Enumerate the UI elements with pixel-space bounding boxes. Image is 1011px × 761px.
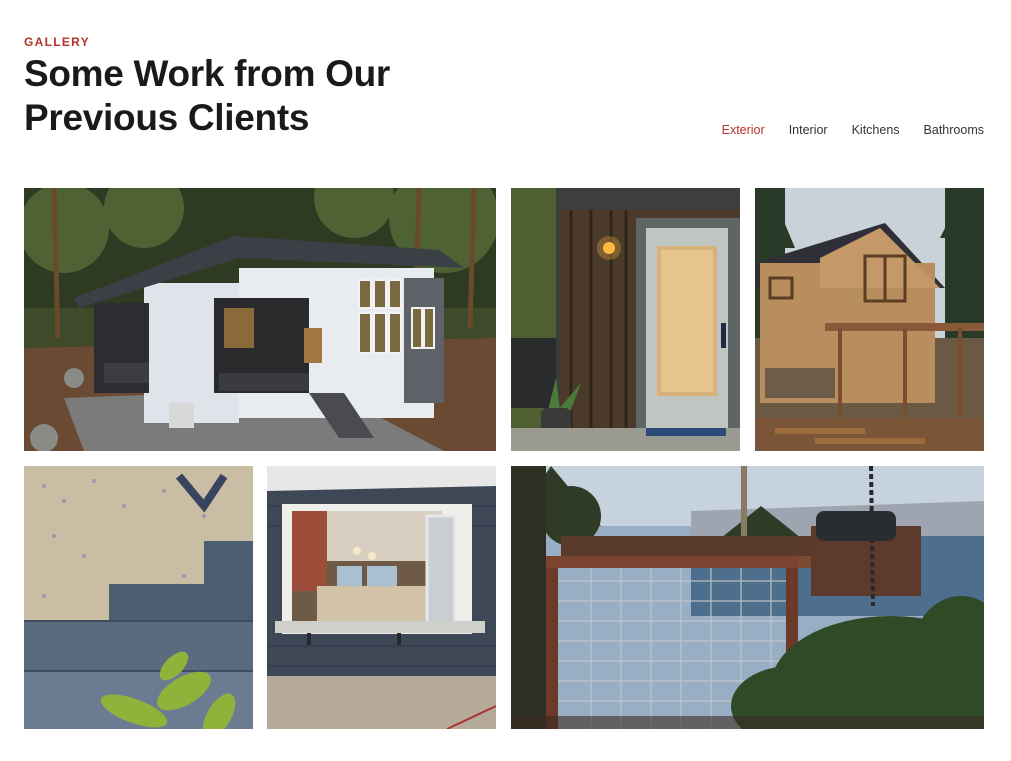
page-title: Some Work from Our Previous Clients (24, 52, 390, 140)
gallery-photo-construction-frame[interactable] (755, 188, 984, 451)
gallery-photo-siding-install[interactable] (24, 466, 253, 729)
gallery-filter-tabs: Exterior Interior Kitchens Bathrooms (722, 123, 984, 137)
title-line-1: Some Work from Our (24, 53, 391, 94)
filter-tab-exterior[interactable]: Exterior (722, 123, 765, 137)
filter-tab-interior[interactable]: Interior (789, 123, 828, 137)
gallery-photo-deck-railing[interactable] (511, 466, 984, 729)
gallery-photo-modern-cottage[interactable] (24, 188, 496, 451)
gallery-photo-front-door[interactable] (511, 188, 740, 451)
gallery-photo-kitchen-window[interactable] (267, 466, 496, 729)
title-line-2: Previous Clients (24, 97, 310, 138)
filter-tab-bathrooms[interactable]: Bathrooms (924, 123, 984, 137)
filter-tab-kitchens[interactable]: Kitchens (852, 123, 900, 137)
gallery-eyebrow: GALLERY (24, 35, 90, 49)
